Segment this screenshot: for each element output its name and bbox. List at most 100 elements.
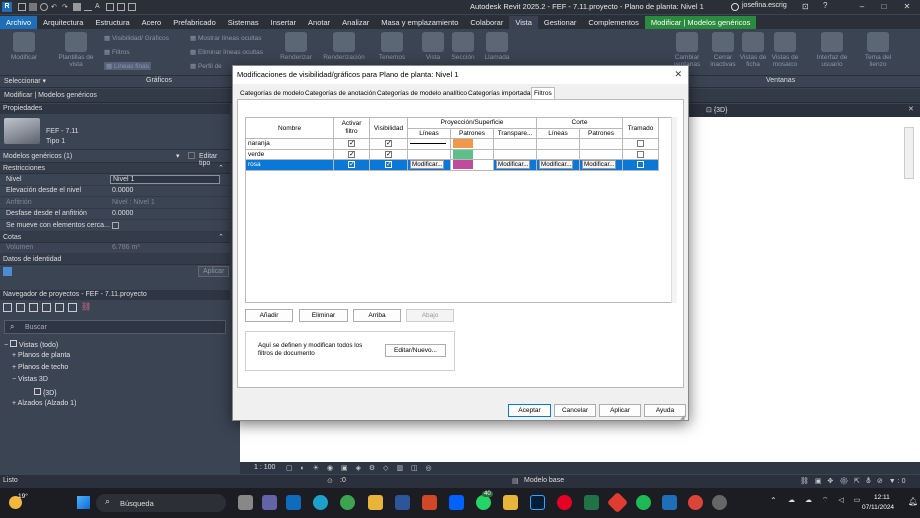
remove-hidden-tool[interactable]: ▦ Eliminar líneas ocultas [190, 48, 263, 56]
edit-type-button[interactable]: Editar tipo [199, 153, 230, 167]
view-controls-icons[interactable]: ▢ ◐ ☀ ◉ ▣ ◈ ⚙ ◇ ▥ ◫ ◎ [286, 464, 435, 472]
panel-select[interactable]: Seleccionar ▾ [4, 77, 46, 85]
proj-transparency-cell[interactable] [493, 138, 537, 150]
apply-dialog-button[interactable]: Aplicar [599, 404, 641, 417]
sync-icon[interactable] [40, 3, 48, 11]
proj-lines-cell[interactable] [407, 148, 451, 160]
move-up-button[interactable]: Arriba [353, 309, 401, 322]
ribbon-tab[interactable]: Masa y emplazamiento [375, 16, 464, 29]
maximize-button[interactable]: □ [872, 0, 896, 14]
constraints-section[interactable]: Restricciones ⌃ [0, 163, 230, 174]
proj-transparency-cell[interactable] [493, 148, 537, 160]
text-icon[interactable]: A [95, 3, 103, 11]
browser-search-input[interactable]: ⌕ Buscar [4, 320, 226, 334]
ribbon-tab[interactable]: Prefabricado [167, 16, 222, 29]
edge-icon[interactable] [313, 495, 328, 510]
visibility-checkbox[interactable] [369, 159, 408, 171]
modify-transparency-button[interactable]: Modificar... [496, 160, 531, 170]
ribbon-tab[interactable]: Arquitectura [37, 16, 89, 29]
callout-tool[interactable]: Llamada [478, 32, 516, 61]
save-icon[interactable] [29, 3, 37, 11]
cut-lines-cell[interactable] [536, 138, 580, 150]
section-icon[interactable] [117, 3, 125, 11]
photoshop-icon[interactable] [530, 495, 545, 510]
remove-filter-button[interactable]: Eliminar [299, 309, 348, 322]
cut-profile-tool[interactable]: ▦ Perfil de [190, 62, 222, 70]
whatsapp-icon[interactable] [476, 495, 491, 510]
tab-imported-categories[interactable]: Categorías importadas [466, 88, 536, 99]
view-tab-3d[interactable]: ⊡ {3D} [706, 106, 727, 114]
apply-button[interactable]: Aplicar [198, 266, 230, 277]
ribbon-tab[interactable]: Estructura [89, 16, 135, 29]
cut-pattern-cell[interactable] [579, 148, 623, 160]
cut-pattern-cell[interactable]: Modificar... [579, 159, 623, 171]
prop-value[interactable]: 0.0000 [110, 187, 230, 194]
resize-grip-icon[interactable]: ◢ [680, 414, 685, 421]
tab-model-categories[interactable]: Categorías de modelo [238, 88, 306, 99]
tab-views-tool[interactable]: Vistas de ficha [736, 32, 770, 68]
identity-section[interactable]: Datos de identidad [0, 254, 230, 265]
open-icon[interactable] [18, 3, 26, 11]
prop-value[interactable]: Nivel 1 [110, 174, 220, 184]
cut-lines-cell[interactable] [536, 148, 580, 160]
proj-pattern-cell[interactable] [450, 159, 494, 171]
tree-views-all[interactable]: − Vistas (todo) [4, 340, 58, 349]
sheet-list-icon[interactable] [29, 303, 38, 312]
user-icon[interactable] [731, 3, 739, 11]
tray-icons[interactable]: ☁ ☁ ⌔ ◁ ▭ [788, 496, 864, 505]
selection-settings-icons[interactable]: ⛓ ▣ ✥ ⚙ ⇱ ⛢ ⊘ ▼:0 [800, 477, 908, 485]
proj-lines-cell[interactable]: Modificar... [407, 159, 451, 171]
view-tool[interactable]: Vista [416, 32, 450, 61]
folder-icon[interactable] [503, 495, 518, 510]
properties-help-icon[interactable] [3, 267, 12, 276]
halftone-checkbox[interactable] [622, 148, 659, 160]
family-icon[interactable] [55, 303, 64, 312]
dimensions-section[interactable]: Cotas ⌃ [0, 231, 230, 243]
filter-row[interactable]: naranja [245, 138, 659, 150]
edit-new-button[interactable]: Editar/Nuevo... [385, 344, 446, 357]
tree-elevations[interactable]: + Alzados (Alzado 1) [12, 400, 76, 407]
cut-pattern-cell[interactable] [579, 138, 623, 150]
word-icon[interactable] [395, 495, 410, 510]
ok-button[interactable]: Aceptar [508, 404, 551, 417]
tree-floor-plans[interactable]: + Planos de planta [12, 352, 70, 359]
worksharing-icon[interactable]: ⊙ [327, 477, 333, 485]
file-explorer-icon[interactable] [368, 495, 383, 510]
clock-date[interactable]: 07/11/2024 [862, 504, 894, 511]
filter-name[interactable]: verde [245, 148, 334, 160]
search-browser-icon[interactable] [16, 303, 25, 312]
3d-view-icon[interactable] [106, 3, 114, 11]
dropbox-icon[interactable] [449, 495, 464, 510]
proj-pattern-cell[interactable] [450, 138, 494, 150]
enable-checkbox[interactable] [333, 148, 370, 160]
clock-time[interactable]: 12:11 [874, 494, 890, 501]
help-icon[interactable]: ? [823, 1, 827, 10]
filter-row-selected[interactable]: rosa Modificar... Modificar... Modificar… [245, 159, 659, 171]
tree-3d-views[interactable]: − Vistas 3D [12, 376, 48, 383]
group-icon[interactable] [68, 303, 77, 312]
enable-checkbox[interactable] [333, 138, 370, 150]
undo-icon[interactable]: ↶ [51, 3, 59, 11]
view-templates-tool[interactable]: Plantillas de vista [52, 32, 100, 68]
excel-icon[interactable] [584, 495, 599, 510]
render-tool[interactable]: Renderizar [276, 32, 316, 61]
tab-analytical-categories[interactable]: Categorías de modelo analítico [375, 88, 469, 99]
close-hidden-icon[interactable] [128, 3, 136, 11]
render-cloud-tool[interactable]: Renderización [320, 32, 368, 61]
switch-windows-tool[interactable]: Cambiar ventanas [668, 32, 706, 68]
revit-taskbar-icon[interactable] [662, 495, 677, 510]
view-scale[interactable]: 1 : 100 [254, 464, 275, 471]
ribbon-tab[interactable]: Vista [509, 15, 538, 29]
pinterest-icon[interactable] [557, 495, 572, 510]
thin-lines-tool[interactable]: ▦ Líneas finas [104, 62, 152, 70]
revit-logo-icon[interactable]: R [2, 2, 12, 12]
ribbon-tab[interactable]: Complementos [582, 16, 644, 29]
dialog-close-icon[interactable]: ✕ [674, 69, 682, 80]
cut-lines-cell[interactable]: Modificar... [536, 159, 580, 171]
canvas-theme-tool[interactable]: Tema del lienzo [858, 32, 898, 68]
prop-value[interactable]: 0.0000 [110, 210, 230, 217]
tree-ceiling-plans[interactable]: + Planos de techo [12, 364, 68, 371]
halftone-checkbox[interactable] [622, 138, 659, 150]
proj-lines-cell[interactable] [407, 138, 451, 150]
ribbon-tab[interactable]: Modificar | Modelos genéricos [644, 15, 757, 29]
